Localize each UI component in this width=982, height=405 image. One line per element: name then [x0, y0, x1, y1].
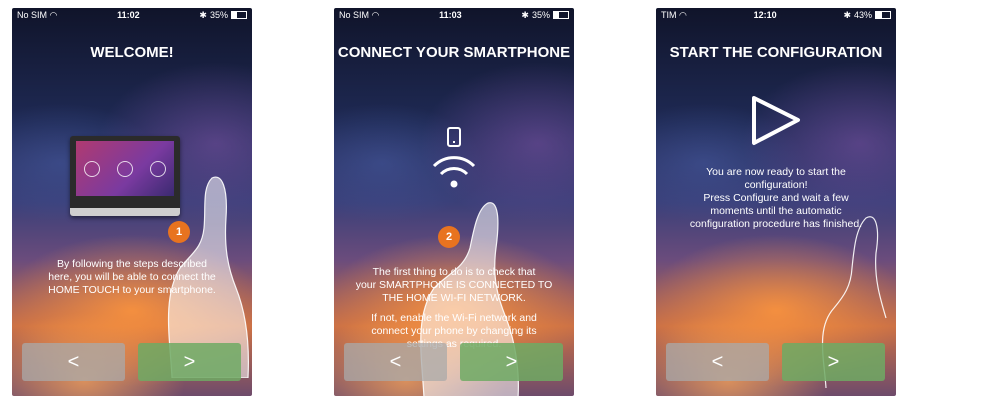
battery-percent: 35%	[209, 10, 228, 20]
screen-title: CONNECT YOUR SMARTPHONE	[337, 44, 571, 61]
next-button[interactable]: >	[138, 343, 241, 381]
battery-percent: 43%	[853, 10, 872, 20]
back-button[interactable]: <	[22, 343, 125, 381]
welcome-screen: No SIM ◠ 11:02 ✱ 35% WELCOME! By followin…	[12, 8, 252, 396]
configuration-screen: TIM ◠ 12:10 ✱ 43% START THE CONFIGURATION…	[656, 8, 896, 396]
chevron-right-icon: >	[505, 350, 518, 373]
wifi-icon: ◠	[679, 9, 687, 20]
wifi-icon: ◠	[371, 9, 380, 20]
bluetooth-icon: ✱	[843, 9, 851, 20]
carrier-label: No SIM	[339, 9, 370, 20]
back-button[interactable]: <	[344, 343, 447, 381]
chevron-right-icon: >	[827, 350, 840, 373]
chevron-left-icon: <	[67, 350, 80, 373]
bluetooth-icon: ✱	[199, 9, 207, 20]
battery-icon	[875, 11, 891, 19]
next-button[interactable]: >	[782, 343, 885, 381]
status-bar: No SIM ◠ 11:03 ✱ 35%	[334, 8, 574, 22]
screen-title: WELCOME!	[90, 44, 174, 61]
connect-screen: No SIM ◠ 11:03 ✱ 35% CONNECT YOUR SMARTPH…	[334, 8, 574, 396]
step-marker: 2	[438, 226, 460, 248]
clock: 11:03	[439, 10, 462, 20]
clock: 11:02	[117, 10, 140, 20]
bluetooth-icon: ✱	[521, 9, 529, 20]
back-button[interactable]: <	[666, 343, 769, 381]
chevron-right-icon: >	[183, 350, 196, 373]
status-bar: TIM ◠ 12:10 ✱ 43%	[656, 8, 896, 22]
smartphone-wifi-icon	[432, 127, 476, 188]
carrier-label: TIM	[661, 9, 677, 20]
battery-icon	[552, 11, 569, 19]
carrier-label: No SIM	[17, 9, 48, 20]
screen-title: START THE CONFIGURATION	[669, 44, 883, 61]
battery-percent: 35%	[531, 10, 550, 20]
wifi-icon: ◠	[49, 9, 58, 20]
status-bar: No SIM ◠ 11:02 ✱ 35%	[12, 8, 252, 22]
play-icon	[752, 96, 800, 145]
battery-icon	[230, 11, 247, 19]
chevron-left-icon: <	[389, 350, 402, 373]
next-button[interactable]: >	[460, 343, 563, 381]
chevron-left-icon: <	[711, 350, 724, 373]
clock: 12:10	[753, 10, 777, 20]
step-marker: 1	[168, 221, 190, 243]
